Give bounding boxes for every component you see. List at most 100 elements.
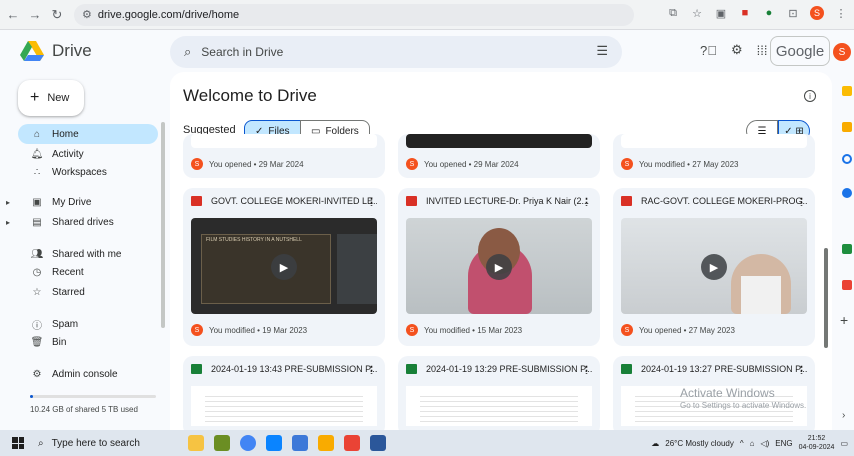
sidebar-item-recent[interactable]: ◷ Recent — [18, 262, 158, 282]
sidebar-item-spam[interactable]: ⓘ Spam — [18, 314, 158, 334]
sheet-file-card[interactable]: 2024-01-19 13:43 PRE-SUBMISSION P... ⋮ — [183, 356, 385, 430]
chrome-icon[interactable] — [240, 435, 256, 451]
file-thumbnail — [191, 134, 377, 148]
tasks-icon[interactable] — [842, 154, 852, 164]
more-actions-icon[interactable]: ⋮ — [796, 196, 807, 206]
sidebar-item-home[interactable]: ⌂ Home — [18, 124, 158, 144]
sidebar-item-shared-with-me[interactable]: 👥︎ Shared with me — [18, 244, 158, 264]
search-icon: ⌕ — [38, 437, 44, 449]
browser-profile-avatar[interactable]: S — [810, 6, 824, 20]
browser-menu-icon[interactable]: ⋮ — [834, 6, 848, 20]
video-file-card[interactable]: INVITED LECTURE-Dr. Priya K Nair (2... ⋮… — [398, 188, 600, 346]
storage-text[interactable]: 10.24 GB of shared 5 TB used — [30, 405, 138, 414]
play-icon[interactable]: ▶ — [271, 254, 297, 280]
file-title: RAC-GOVT. COLLEGE MOKERI-PROG... — [641, 196, 807, 206]
drive-logo[interactable]: Drive — [20, 41, 92, 61]
expand-caret-icon[interactable]: ▸ — [6, 198, 10, 207]
notifications-icon[interactable]: ▭ — [840, 439, 848, 448]
app-name: Drive — [52, 41, 92, 60]
search-input[interactable]: ⌕ Search in Drive ☰ — [170, 36, 622, 68]
word-icon[interactable] — [370, 435, 386, 451]
more-actions-icon[interactable]: ⋮ — [796, 364, 807, 374]
volume-icon[interactable]: ◁) — [760, 439, 769, 448]
video-file-card[interactable]: GOVT. COLLEGE MOKERI-INVITED LE... ⋮ FIL… — [183, 188, 385, 346]
taskbar-app-icon[interactable] — [344, 435, 360, 451]
sidebar-item-shared-drives[interactable]: ▸ ▤ Shared drives — [6, 212, 158, 232]
slide-title: FILM STUDIES HISTORY IN A NUTSHELL — [206, 237, 302, 243]
taskbar-app-icon[interactable] — [188, 435, 204, 451]
sidebar-item-admin-console[interactable]: ⚙ Admin console — [18, 364, 158, 384]
language-indicator[interactable]: ENG — [775, 439, 792, 448]
sidebar-item-workspaces[interactable]: ∴ Workspaces — [18, 162, 158, 182]
site-info-icon[interactable]: ⚙ — [82, 8, 92, 21]
google-workspace-wordmark[interactable]: Google — [770, 36, 830, 66]
file-activity: You opened • 29 Mar 2024 — [209, 159, 304, 169]
new-button[interactable]: + New — [18, 80, 84, 116]
extension-briefcase-icon[interactable]: ■ — [738, 6, 752, 20]
file-card[interactable]: S You opened • 29 Mar 2024 — [398, 134, 600, 178]
clock[interactable]: 21:52 04-09-2024 — [799, 434, 835, 452]
tray-chevron-icon[interactable]: ^ — [740, 439, 744, 448]
sidebar-scrollbar[interactable] — [161, 122, 165, 328]
video-file-card[interactable]: RAC-GOVT. COLLEGE MOKERI-PROG... ⋮ ▶ S Yo… — [613, 188, 815, 346]
new-button-label: New — [47, 92, 70, 104]
network-icon[interactable]: ⌂ — [750, 439, 755, 448]
play-icon[interactable]: ▶ — [486, 254, 512, 280]
add-addon-icon[interactable]: + — [840, 312, 848, 328]
calendar-icon[interactable] — [842, 86, 852, 96]
file-activity: You modified • 15 Mar 2023 — [424, 325, 523, 335]
main-scrollbar[interactable] — [824, 248, 828, 348]
clock-date: 04-09-2024 — [798, 444, 835, 451]
sidebar-item-my-drive[interactable]: ▸ ▣ My Drive — [6, 192, 158, 212]
info-icon[interactable]: i — [804, 90, 816, 102]
search-icon[interactable]: ⌕ — [184, 44, 191, 60]
expand-caret-icon[interactable]: ▸ — [6, 218, 10, 227]
file-title: 2024-01-19 13:27 PRE-SUBMISSION P... — [641, 364, 807, 374]
account-avatar[interactable]: S — [833, 43, 851, 61]
file-card[interactable]: S You opened • 29 Mar 2024 — [183, 134, 385, 178]
file-activity: You opened • 27 May 2023 — [639, 325, 735, 335]
taskbar-app-icon[interactable] — [214, 435, 230, 451]
file-explorer-icon[interactable] — [318, 435, 334, 451]
sidebar-item-label: Bin — [52, 336, 67, 348]
play-icon[interactable]: ▶ — [701, 254, 727, 280]
page-title: Welcome to Drive — [183, 86, 317, 105]
clock-icon: ◷ — [32, 266, 42, 278]
more-actions-icon[interactable]: ⋮ — [366, 196, 377, 206]
sidebar-item-activity[interactable]: 🔔︎ Activity — [18, 144, 158, 164]
keep-icon[interactable] — [842, 122, 852, 132]
apps-grid-icon[interactable]: ⁞⁞⁞ — [757, 43, 768, 58]
forward-icon[interactable]: → — [26, 6, 44, 24]
file-card[interactable]: S You modified • 27 May 2023 — [613, 134, 815, 178]
main-content: Welcome to Drive i Suggested ✓ Files ▭ F… — [170, 72, 832, 430]
more-actions-icon[interactable]: ⋮ — [581, 364, 592, 374]
contacts-icon[interactable] — [842, 188, 852, 198]
extension-green-icon[interactable]: ● — [762, 6, 776, 20]
more-actions-icon[interactable]: ⋮ — [581, 196, 592, 206]
taskbar-search[interactable]: ⌕ Type here to search — [38, 430, 178, 456]
sidebar-item-bin[interactable]: 🗑︎ Bin — [18, 332, 158, 352]
addon-icon[interactable] — [842, 280, 852, 290]
plus-icon: + — [30, 89, 40, 106]
extensions-puzzle-icon[interactable]: ⊡ — [786, 6, 800, 20]
video-thumbnail: ▶ — [621, 218, 807, 314]
more-actions-icon[interactable]: ⋮ — [366, 364, 377, 374]
file-thumbnail — [406, 134, 592, 148]
sidebar-item-starred[interactable]: ☆ Starred — [18, 282, 158, 302]
help-icon[interactable]: ?⃝ — [700, 43, 717, 58]
reload-icon[interactable]: ↻ — [48, 6, 66, 24]
taskbar-app-icon[interactable] — [266, 435, 282, 451]
settings-gear-icon[interactable]: ⚙ — [731, 42, 743, 58]
collapse-panel-icon[interactable]: › — [842, 410, 845, 421]
windows-start-icon[interactable] — [12, 437, 24, 449]
bookmark-star-icon[interactable]: ☆ — [690, 6, 704, 20]
install-app-icon[interactable]: ⧉ — [666, 6, 680, 20]
taskbar-app-icon[interactable] — [292, 435, 308, 451]
sheet-file-card[interactable]: 2024-01-19 13:29 PRE-SUBMISSION P... ⋮ — [398, 356, 600, 430]
back-icon[interactable]: ← — [4, 6, 22, 24]
addon-icon[interactable] — [842, 244, 852, 254]
search-options-icon[interactable]: ☰ — [596, 43, 608, 59]
weather-text[interactable]: 26°C Mostly cloudy — [665, 439, 734, 448]
extension-icon[interactable]: ▣ — [714, 6, 728, 20]
address-bar[interactable]: ⚙ drive.google.com/drive/home — [74, 3, 634, 26]
